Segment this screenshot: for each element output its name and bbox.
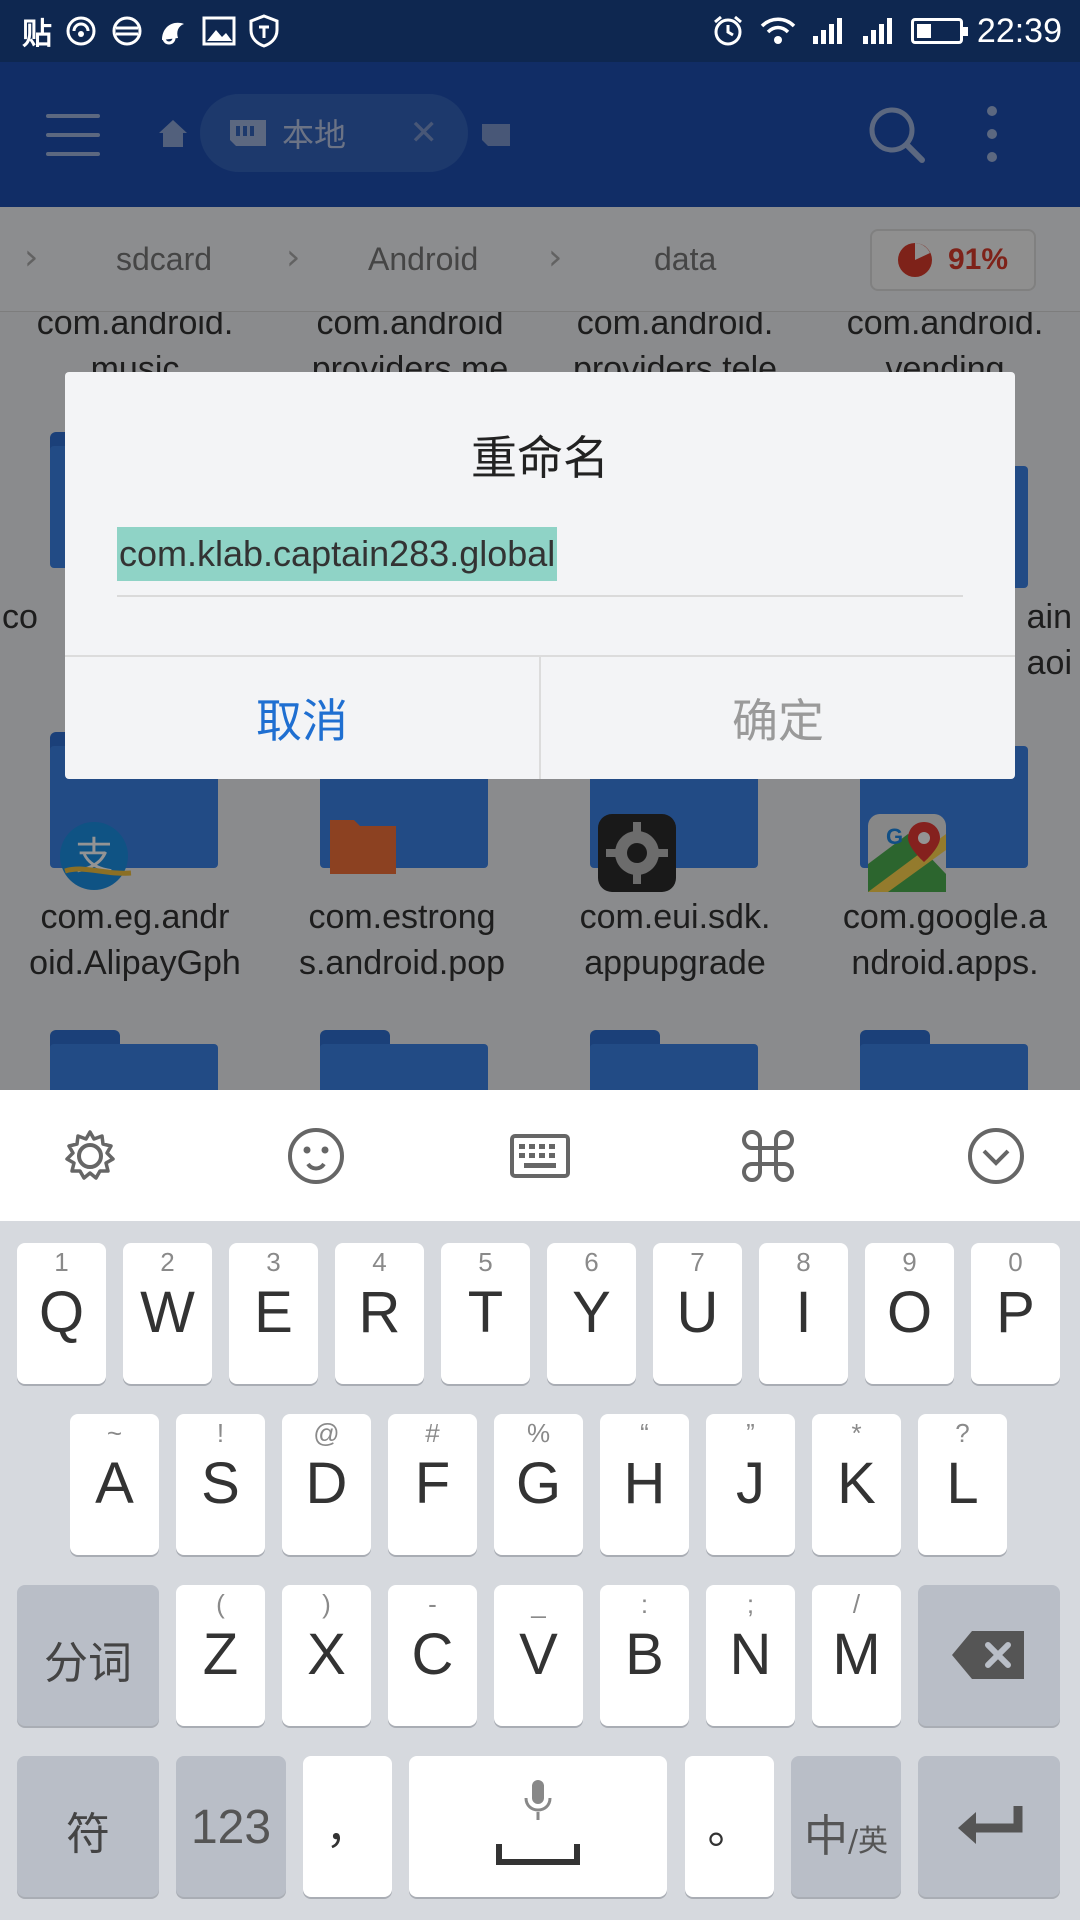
command-icon[interactable]	[738, 1126, 798, 1186]
backspace-icon	[952, 1631, 1024, 1679]
lang-main-label: 中	[803, 1811, 848, 1862]
key-g[interactable]: % G	[494, 1414, 583, 1555]
comma-key[interactable]: ，	[303, 1756, 392, 1897]
key-r[interactable]: 4R	[335, 1243, 424, 1384]
gallery-icon	[202, 11, 236, 51]
keyboard-layout-icon[interactable]	[510, 1126, 570, 1186]
enter-icon	[958, 1806, 1023, 1844]
key-m[interactable]: / M	[812, 1585, 901, 1726]
clock: 22:39	[976, 11, 1062, 50]
dialog-buttons: 取消 确定	[65, 655, 1015, 779]
key-q[interactable]: 1Q	[17, 1243, 106, 1384]
uc-icon	[156, 11, 190, 51]
key-z[interactable]: (Z	[176, 1585, 265, 1726]
settings-icon[interactable]	[60, 1126, 120, 1186]
rename-dialog: 重命名 com.klab.captain283.global 取消 确定	[65, 372, 1015, 779]
system-icons: 22:39	[711, 10, 1062, 52]
key-o[interactable]: 9O	[865, 1243, 954, 1384]
browser-icon	[110, 11, 144, 51]
key-u[interactable]: 7U	[653, 1243, 742, 1384]
key-x[interactable]: ) X	[282, 1585, 371, 1726]
rename-input-value[interactable]: com.klab.captain283.global	[117, 527, 558, 581]
tieba-icon: 贴	[22, 17, 52, 52]
key-j[interactable]: ” J	[706, 1414, 795, 1555]
key-a[interactable]: ~ A	[70, 1414, 159, 1555]
confirm-button[interactable]: 确定	[541, 657, 1015, 779]
period-key[interactable]: 。	[685, 1756, 774, 1897]
key-c[interactable]: -C	[388, 1585, 477, 1726]
space-key[interactable]	[409, 1756, 667, 1897]
status-bar: 贴 22:39	[0, 0, 1080, 62]
collapse-keyboard-icon[interactable]	[966, 1126, 1026, 1186]
rename-input[interactable]: com.klab.captain283.global	[117, 527, 963, 597]
key-i[interactable]: 8I	[759, 1243, 848, 1384]
number-key[interactable]: 123	[176, 1756, 286, 1897]
key-t[interactable]: 5T	[441, 1243, 530, 1384]
space-bar-icon	[496, 1844, 580, 1865]
key-e[interactable]: 3E	[229, 1243, 318, 1384]
key-y[interactable]: 6Y	[547, 1243, 636, 1384]
wifi-icon	[760, 17, 796, 44]
battery-icon	[910, 18, 968, 44]
key-w[interactable]: 2W	[123, 1243, 212, 1384]
key-b[interactable]: :B	[600, 1585, 689, 1726]
symbol-key[interactable]: 符	[17, 1756, 159, 1897]
key-p[interactable]: 0P	[971, 1243, 1060, 1384]
notification-icons: 贴	[22, 10, 280, 52]
keyboard: 1Q 2W 3E 4R 5T 6Y 7U 8I 9O 0P ~ A ! S @ D #…	[0, 1221, 1080, 1920]
key-h[interactable]: “H	[600, 1414, 689, 1555]
key-d[interactable]: @ D	[282, 1414, 371, 1555]
shield-icon	[248, 11, 280, 51]
alarm-icon	[713, 15, 742, 46]
signal-2-icon	[862, 18, 892, 44]
key-k[interactable]: * K	[812, 1414, 901, 1555]
microphone-icon	[524, 1780, 552, 1820]
backspace-key[interactable]	[918, 1585, 1060, 1726]
key-v[interactable]: _ V	[494, 1585, 583, 1726]
signal-icon	[812, 18, 842, 44]
emoji-icon[interactable]	[286, 1126, 346, 1186]
segment-key[interactable]: 分词	[17, 1585, 159, 1726]
enter-key[interactable]	[918, 1756, 1060, 1897]
cancel-button[interactable]: 取消	[65, 657, 541, 779]
keyboard-toolbar	[0, 1090, 1080, 1221]
dialog-title: 重命名	[471, 431, 609, 485]
key-n[interactable]: ; N	[706, 1585, 795, 1726]
key-s[interactable]: ! S	[176, 1414, 265, 1555]
lang-sub-label: /英	[847, 1824, 889, 1859]
language-switch-key[interactable]: 中/英	[791, 1756, 901, 1897]
key-f[interactable]: # F	[388, 1414, 477, 1555]
sync-icon	[64, 11, 98, 51]
key-l[interactable]: ? L	[918, 1414, 1007, 1555]
